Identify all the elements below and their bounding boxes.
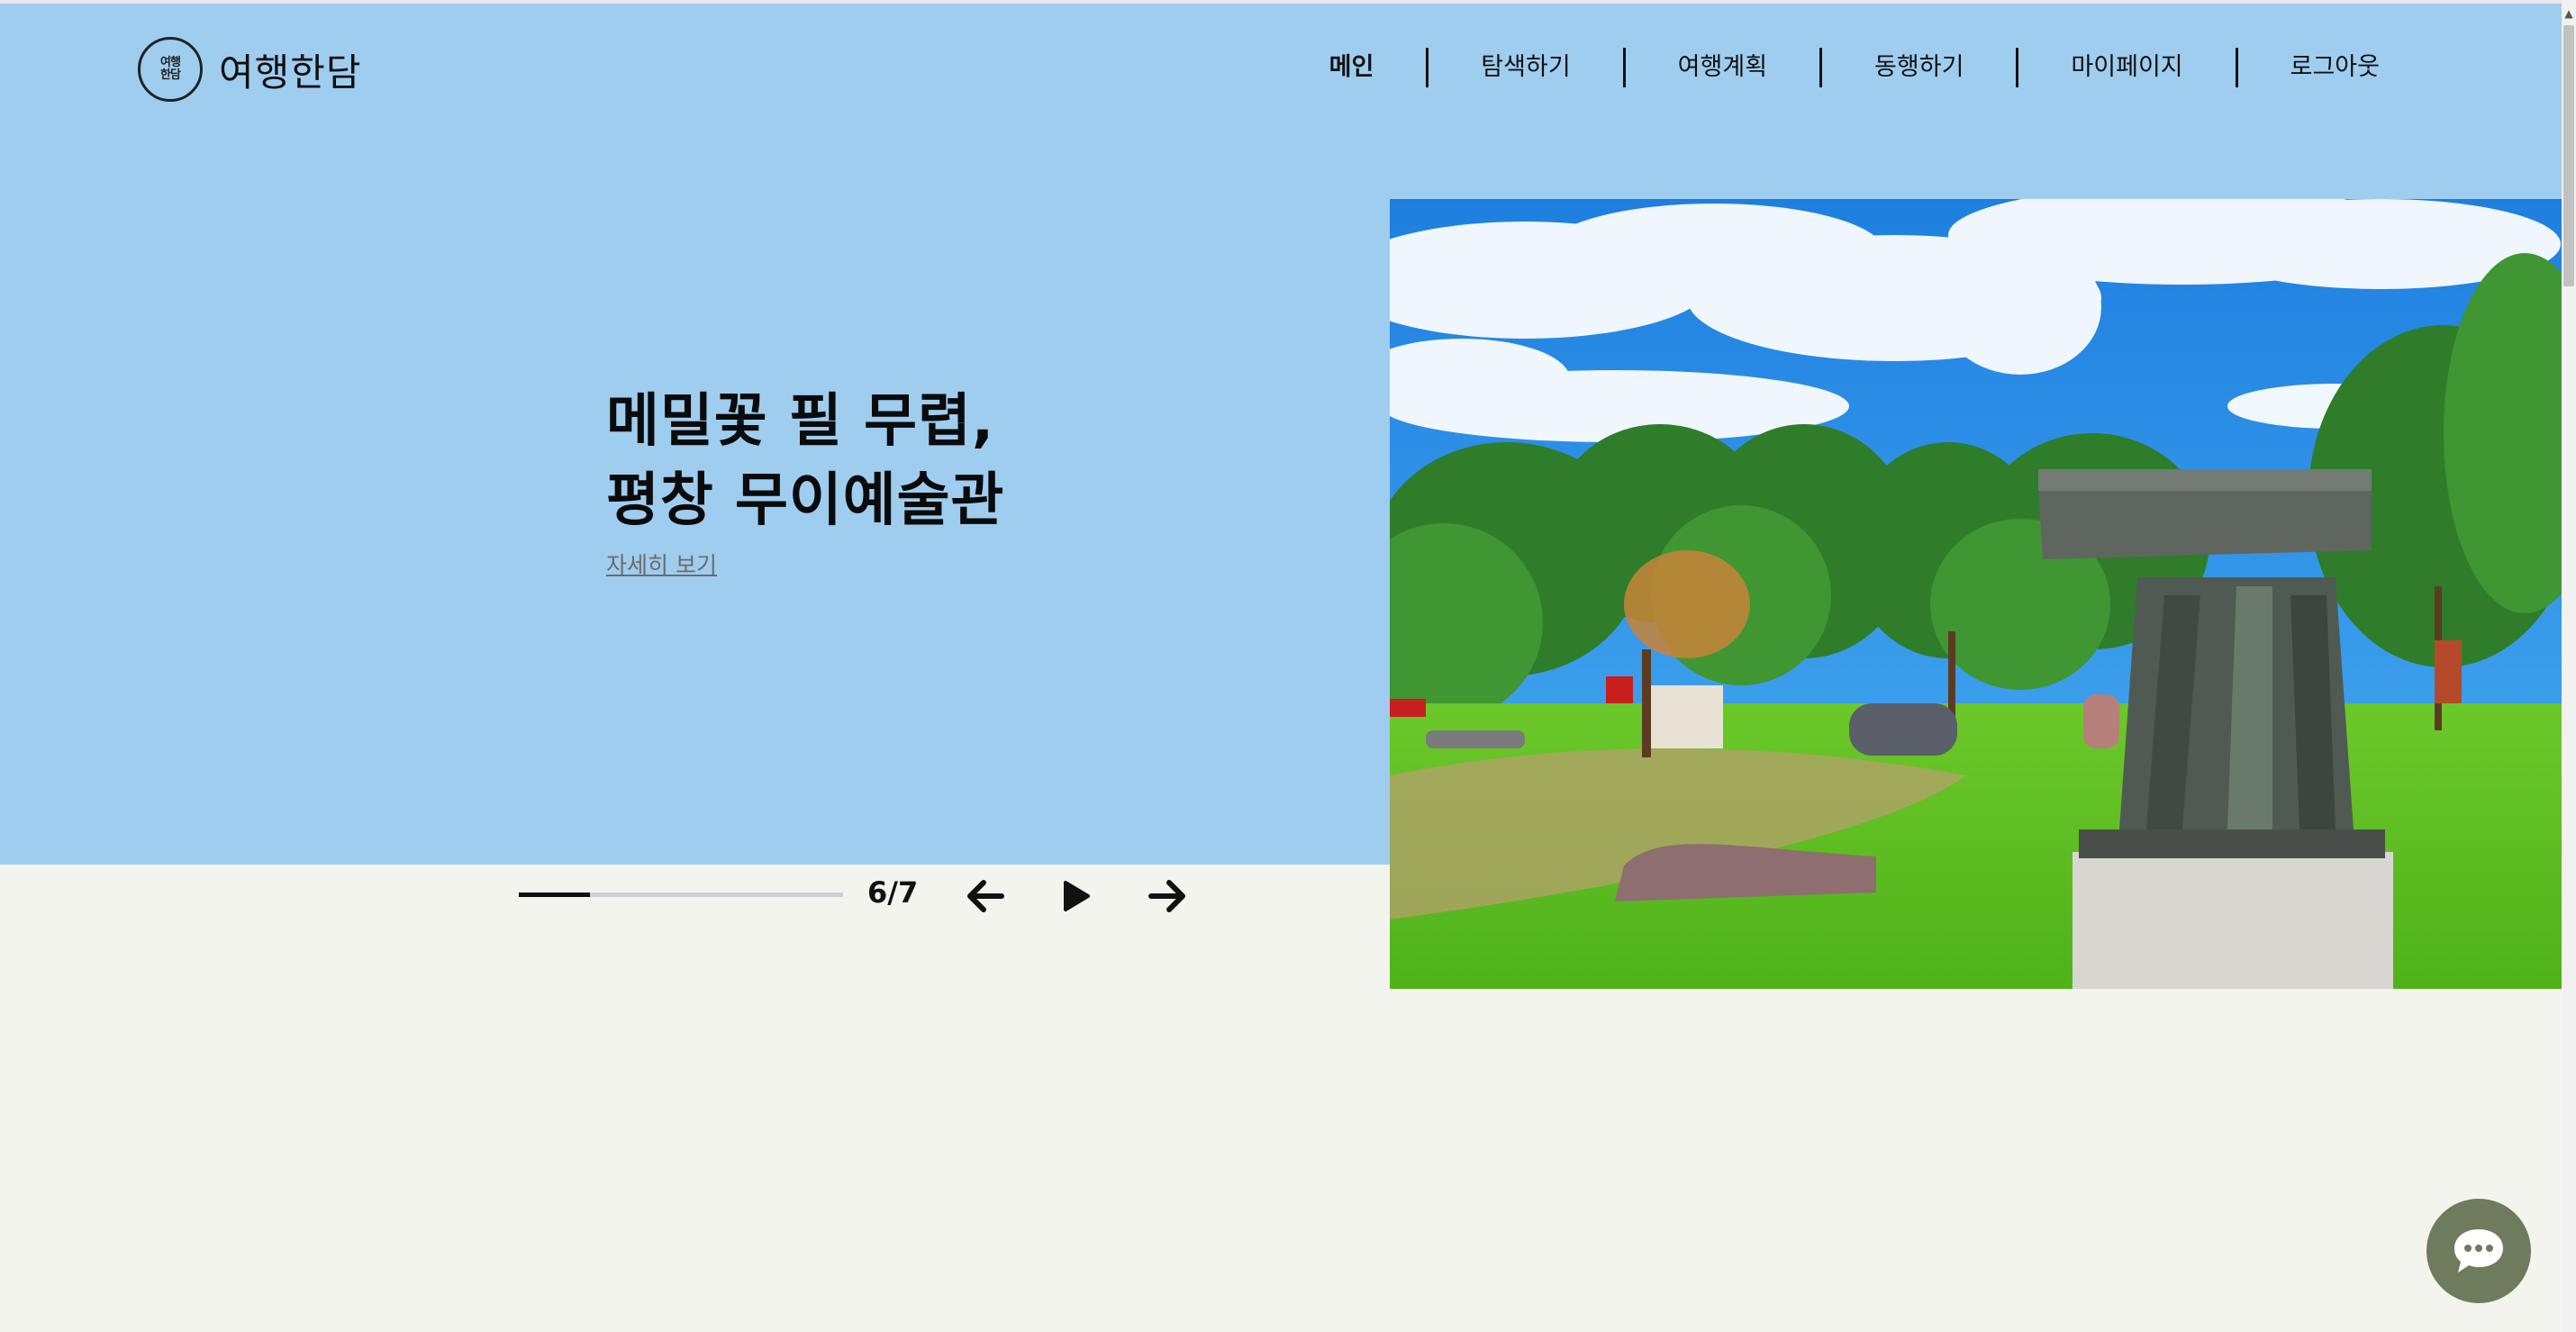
hero-image [1390, 199, 2562, 989]
play-button[interactable] [1049, 869, 1103, 923]
slide-progress-bar [519, 893, 843, 897]
nav-item-travel-plan[interactable]: 여행계획 [1626, 47, 1819, 88]
nav-item-mypage[interactable]: 마이페이지 [2018, 47, 2235, 88]
nav-item-logout[interactable]: 로그아웃 [2238, 47, 2432, 88]
nav-item-explore[interactable]: 탐색하기 [1429, 47, 1622, 88]
main-nav: 메인 탐색하기 여행계획 동행하기 마이페이지 로그아웃 [1277, 47, 2432, 88]
scroll-up-arrow-icon[interactable]: ▲ [2562, 4, 2576, 23]
arrow-left-icon [967, 880, 1004, 912]
hero-title: 메밀꽃 필 무렵, 평창 무이예술관 [606, 382, 1004, 540]
slide-progress-fill [519, 893, 590, 897]
next-slide-button[interactable] [1140, 869, 1194, 923]
nav-item-companion[interactable]: 동행하기 [1822, 47, 2016, 88]
arrow-right-icon [1148, 880, 1185, 912]
chat-button[interactable] [2426, 1199, 2531, 1303]
page-scrollbar[interactable]: ▲ [2562, 0, 2576, 1332]
play-icon [1064, 881, 1090, 911]
logo-mark-text: 여행 한담 [160, 56, 181, 82]
scroll-thumb[interactable] [2563, 25, 2574, 286]
hero-title-line1: 메밀꽃 필 무렵, [606, 388, 995, 455]
logo-text: 여행한담 [219, 50, 362, 95]
logo[interactable]: 여행 한담 여행한담 [138, 36, 362, 103]
detail-link[interactable]: 자세히 보기 [606, 548, 717, 580]
chat-bubble-icon [2454, 1229, 2503, 1273]
sculpture-park-image [1390, 199, 2562, 989]
logo-mark: 여행 한담 [138, 37, 203, 102]
prev-slide-button[interactable] [958, 869, 1012, 923]
nav-item-main[interactable]: 메인 [1277, 47, 1427, 88]
hero-title-line2: 평창 무이예술관 [606, 467, 1005, 534]
slide-counter: 6/7 [867, 875, 919, 910]
